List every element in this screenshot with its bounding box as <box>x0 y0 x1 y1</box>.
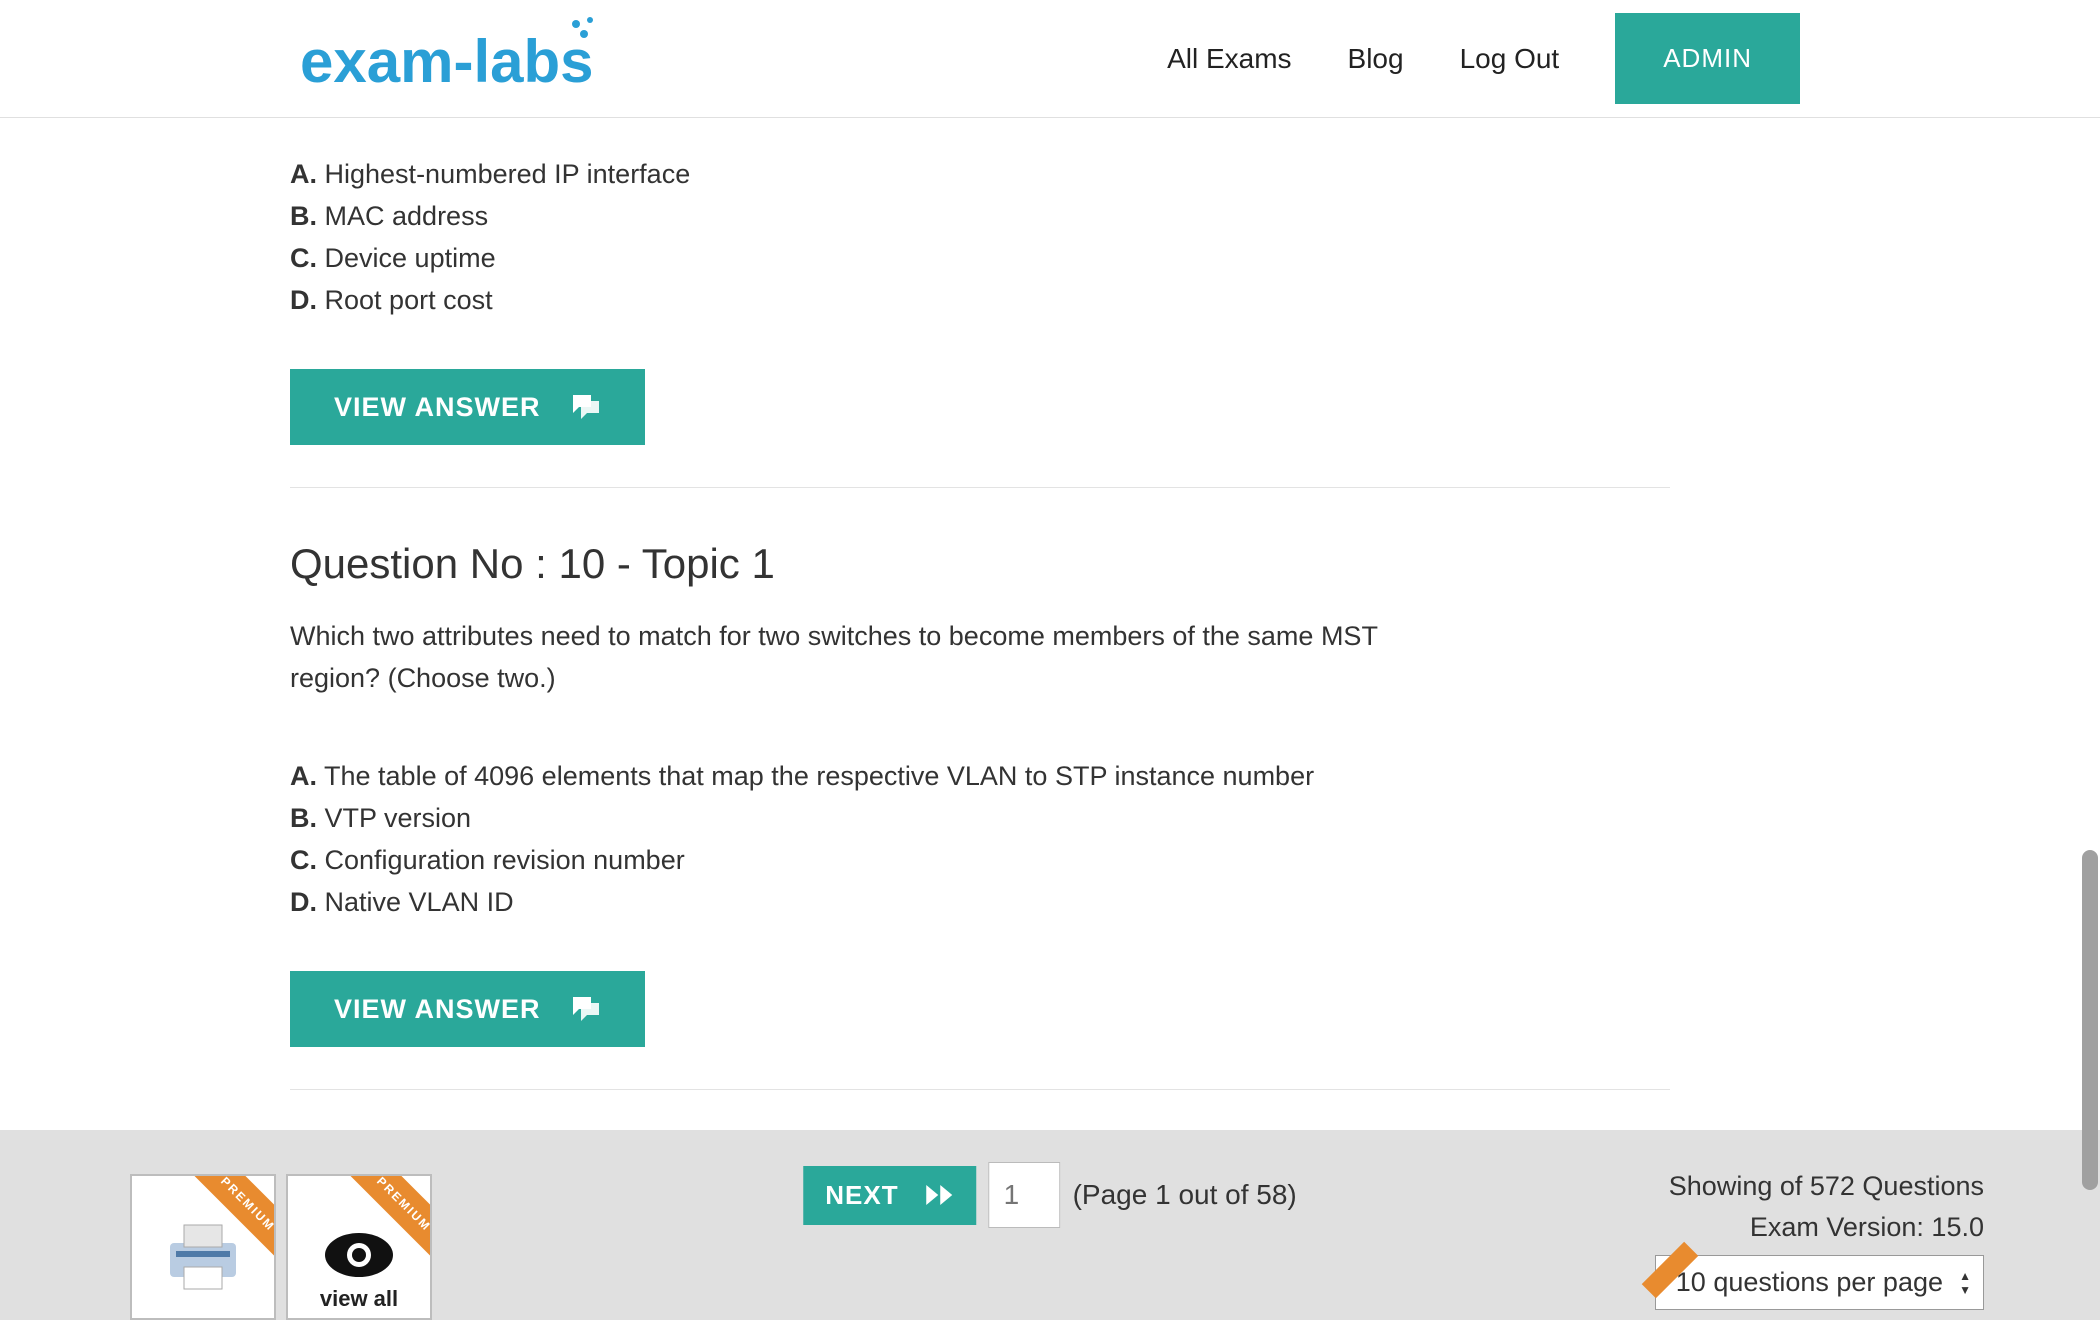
showing-count: Showing of 572 Questions <box>1655 1166 1984 1207</box>
meta-info: Showing of 572 Questions Exam Version: 1… <box>1655 1166 1984 1310</box>
nav-all-exams[interactable]: All Exams <box>1167 43 1291 75</box>
chat-icon <box>569 993 601 1025</box>
page-info: (Page 1 out of 58) <box>1073 1179 1297 1211</box>
divider <box>290 487 1670 488</box>
eye-icon <box>321 1225 397 1285</box>
admin-button[interactable]: ADMIN <box>1615 13 1800 104</box>
view-all-thumb[interactable]: PREMIUM view all <box>286 1174 432 1320</box>
option-a: A. Highest-numbered IP interface <box>290 154 1670 196</box>
option-d: D. Root port cost <box>290 280 1670 322</box>
view-all-label: view all <box>320 1286 398 1312</box>
logo[interactable]: exam-labs <box>300 14 640 104</box>
header: exam-labs All Exams Blog Log Out ADMIN <box>0 0 2100 118</box>
nav-logout[interactable]: Log Out <box>1460 43 1560 75</box>
per-page-select[interactable]: 10 questions per page ▲▼ <box>1655 1255 1984 1310</box>
print-thumb[interactable]: PREMIUM <box>130 1174 276 1320</box>
divider <box>290 1089 1670 1090</box>
nav-blog[interactable]: Blog <box>1348 43 1404 75</box>
option-b: B. MAC address <box>290 196 1670 238</box>
main-nav: All Exams Blog Log Out ADMIN <box>1167 13 1800 104</box>
thumb-boxes: PREMIUM PREMIUM view all <box>130 1174 432 1320</box>
exam-version: Exam Version: 15.0 <box>1655 1207 1984 1248</box>
scrollbar[interactable] <box>2082 850 2098 1190</box>
option-c: C. Configuration revision number <box>290 840 1670 882</box>
printer-icon <box>158 1215 248 1295</box>
view-answer-button[interactable]: VIEW ANSWER <box>290 971 645 1047</box>
fast-forward-icon <box>925 1183 955 1207</box>
option-b: B. VTP version <box>290 798 1670 840</box>
chevron-updown-icon: ▲▼ <box>1959 1270 1971 1296</box>
svg-text:exam-labs: exam-labs <box>300 28 594 95</box>
pagination: NEXT (Page 1 out of 58) <box>803 1162 1297 1228</box>
option-c: C. Device uptime <box>290 238 1670 280</box>
option-a: A. The table of 4096 elements that map t… <box>290 756 1670 798</box>
question-10-options: A. The table of 4096 elements that map t… <box>290 756 1670 923</box>
view-answer-button[interactable]: VIEW ANSWER <box>290 369 645 445</box>
question-10-title: Question No : 10 - Topic 1 <box>290 540 1670 588</box>
option-d: D. Native VLAN ID <box>290 882 1670 924</box>
page-input[interactable] <box>989 1162 1061 1228</box>
logo-icon: exam-labs <box>300 14 640 104</box>
question-9-options: A. Highest-numbered IP interface B. MAC … <box>290 154 1670 321</box>
chat-icon <box>569 391 601 423</box>
question-10-text: Which two attributes need to match for t… <box>290 616 1420 700</box>
content-area: A. Highest-numbered IP interface B. MAC … <box>290 118 1670 1090</box>
footer-bar: PREMIUM PREMIUM view all NEXT <box>0 1130 2100 1320</box>
next-button[interactable]: NEXT <box>803 1166 976 1225</box>
